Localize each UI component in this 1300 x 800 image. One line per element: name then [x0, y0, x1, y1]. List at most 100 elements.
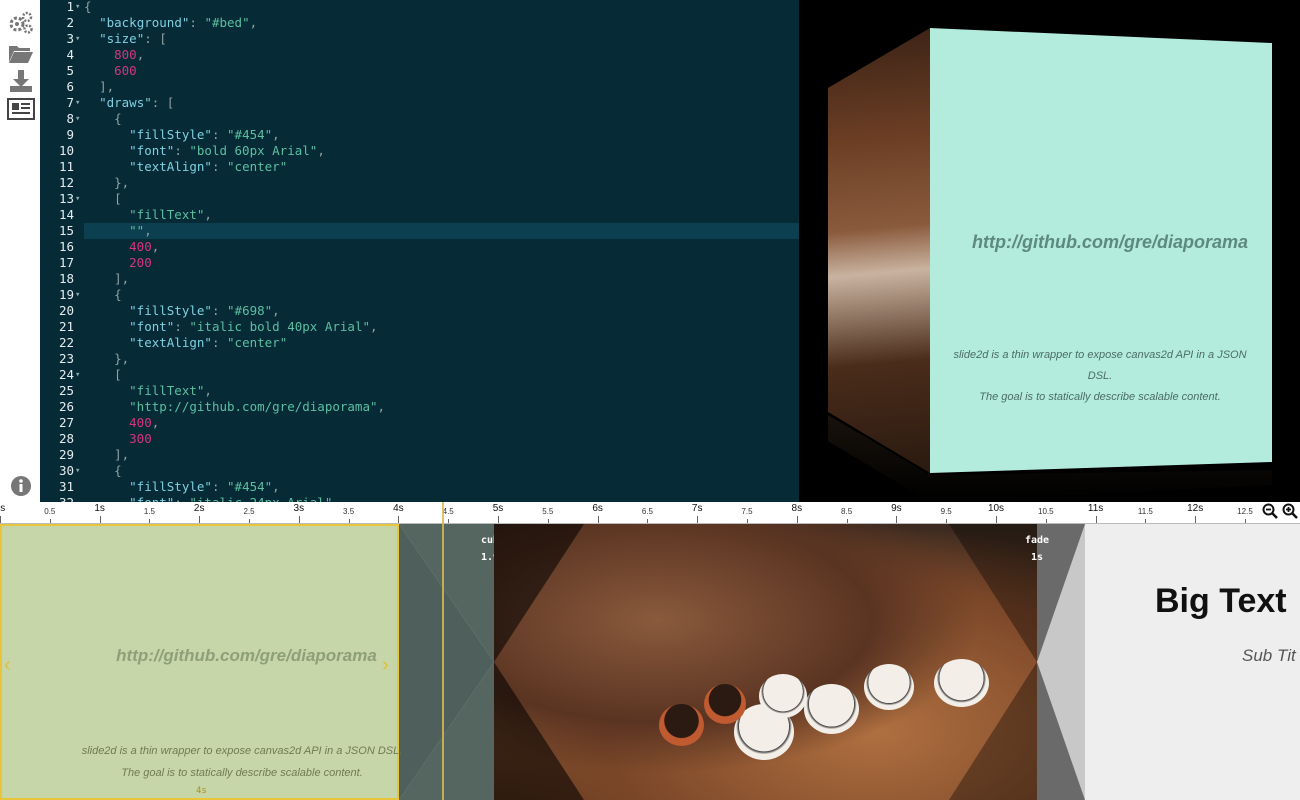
- code-line[interactable]: 3 ▾ "size": [: [66, 31, 799, 47]
- code-token: [: [114, 367, 122, 382]
- code-line[interactable]: 17 200: [59, 255, 799, 271]
- code-line[interactable]: 22 "textAlign": "center": [59, 335, 799, 351]
- folder-open-icon[interactable]: [7, 40, 35, 66]
- code-line[interactable]: 23 },: [59, 351, 799, 367]
- timeline-ruler[interactable]: 0s 0.5 1s 1.5 2s 2.5 3s 3.5 4s 4.5 5s 5.5 6s 6.5 7s 7.5…: [0, 502, 1300, 524]
- slide-prev-arrow[interactable]: ‹: [4, 654, 11, 677]
- ruler-tick-label: 11s: [1087, 503, 1104, 514]
- transition-fade-label: fade 1s: [1007, 532, 1067, 566]
- code-line[interactable]: 19 ▾ {: [59, 287, 799, 303]
- code-line[interactable]: 27 400,: [59, 415, 799, 431]
- line-number: 19: [58, 287, 74, 302]
- code-line[interactable]: 14 "fillText",: [59, 207, 799, 223]
- ruler-tick-mark: [498, 516, 499, 523]
- fold-toggle-icon[interactable]: ▾: [75, 463, 80, 479]
- ruler-tick-label: 1s: [94, 503, 105, 514]
- fold-toggle-icon[interactable]: ▾: [75, 367, 80, 383]
- code-line[interactable]: 2 "background": "#bed",: [66, 15, 799, 31]
- ruler-tick-label: 3s: [293, 503, 305, 514]
- line-number: 32: [40, 495, 74, 502]
- line-number: 6: [66, 79, 74, 94]
- download-icon[interactable]: [7, 68, 35, 94]
- preview-desc-line-2: The goal is to statically describe scala…: [979, 391, 1221, 403]
- code-line[interactable]: 13 ▾ [: [59, 191, 799, 207]
- code-line[interactable]: 18 ],: [59, 271, 799, 287]
- code-area[interactable]: 1 ▾{2 "background": "#bed", 3 ▾ "size": [4 …: [59, 0, 799, 502]
- code-line[interactable]: 5 600: [66, 63, 799, 79]
- line-number: 14: [58, 207, 74, 222]
- zoom-in-icon[interactable]: [1282, 503, 1298, 519]
- code-line[interactable]: 1 ▾ {: [66, 0, 799, 15]
- transition-fade[interactable]: fade 1s: [1025, 524, 1085, 800]
- code-token: "http://github.com/gre/diaporama": [129, 399, 378, 414]
- code-line[interactable]: 11 "textAlign": "center": [59, 159, 799, 175]
- ruler-tick-label: 4.5: [442, 507, 454, 516]
- code-line[interactable]: 25 "fillText",: [59, 383, 799, 399]
- code-line[interactable]: 20 "fillStyle": "#698",: [59, 303, 799, 319]
- ruler-tick-mark: [448, 519, 450, 523]
- fold-toggle-icon[interactable]: ▾: [75, 31, 80, 47]
- ruler-tick-label: 12.5: [1237, 507, 1253, 516]
- code-token: 400: [129, 415, 152, 430]
- code-token: "font": [129, 319, 175, 334]
- code-token: "italic 24px Arial": [189, 495, 332, 502]
- code-line[interactable]: 32 "font": "italic 24px Arial",: [59, 495, 799, 502]
- slide-next-arrow[interactable]: ›: [382, 654, 389, 677]
- code-token: 600: [114, 63, 137, 78]
- code-line[interactable]: 21 "font": "italic bold 40px Arial",: [59, 319, 799, 335]
- slide-3-text[interactable]: Big Text Sub Tit: [1085, 524, 1300, 800]
- fold-toggle-icon[interactable]: ▾: [75, 191, 80, 207]
- slide-1-url-text: http://github.com/gre/diaporama: [116, 646, 377, 665]
- playhead-cursor[interactable]: [442, 502, 445, 800]
- code-line[interactable]: 28 300: [59, 431, 799, 447]
- code-line[interactable]: 24 ▾ [: [59, 367, 799, 383]
- code-token: ,: [136, 47, 145, 62]
- code-token: "size": [99, 31, 145, 46]
- code-line[interactable]: 16 400,: [59, 239, 799, 255]
- code-token: "bold 60px Arial": [189, 143, 318, 158]
- ruler-tick-mark: [1095, 516, 1097, 523]
- code-token: "#454": [227, 479, 273, 494]
- gears-icon[interactable]: [7, 9, 35, 35]
- fold-toggle-icon[interactable]: ▾: [75, 0, 80, 15]
- ruler-tick-mark: [846, 519, 848, 523]
- line-number: 20: [58, 303, 74, 318]
- json-code-editor[interactable]: 1 ▾{2 "background": "#bed", 3 ▾ "size": [4 …: [40, 0, 799, 502]
- fold-toggle-icon[interactable]: ▾: [75, 287, 80, 303]
- preview-url-text: http://github.com/gre/diaporama: [971, 232, 1248, 252]
- code-line[interactable]: 10 "font": "bold 60px Arial",: [59, 143, 799, 159]
- code-line[interactable]: 30 ▾ {: [59, 463, 799, 479]
- line-number: 13: [58, 191, 74, 206]
- code-token: "fillText": [129, 383, 205, 398]
- code-line[interactable]: 12 },: [59, 175, 799, 191]
- slide-2-photo[interactable]: [494, 524, 1300, 800]
- info-icon[interactable]: [7, 473, 35, 499]
- code-line[interactable]: 26 "http://github.com/gre/diaporama",: [59, 399, 799, 415]
- code-token: },: [114, 351, 130, 366]
- code-line[interactable]: 6 ],: [66, 79, 799, 95]
- code-line[interactable]: 4 800,: [66, 47, 799, 63]
- code-line[interactable]: 31 "fillStyle": "#454",: [59, 479, 799, 495]
- code-token: ,: [377, 399, 386, 414]
- slide-1-selected[interactable]: http://github.com/gre/diaporama slide2d …: [0, 524, 402, 800]
- code-line[interactable]: 8 ▾ {: [66, 111, 799, 127]
- ruler-tick-label: 8s: [791, 503, 803, 514]
- code-token: "draws": [99, 95, 152, 110]
- line-number: 3: [66, 31, 74, 46]
- code-token: "italic bold 40px Arial": [189, 319, 370, 334]
- ruler-tick-label: 0.5: [44, 507, 56, 516]
- code-line[interactable]: 9 "fillStyle": "#454",: [66, 127, 799, 143]
- fold-toggle-icon[interactable]: ▾: [75, 95, 80, 111]
- code-line[interactable]: 29 ],: [59, 447, 799, 463]
- newspaper-icon[interactable]: [7, 96, 35, 122]
- fold-toggle-icon[interactable]: ▾: [75, 111, 80, 127]
- code-line[interactable]: 15 "",: [59, 223, 799, 239]
- ruler-tick-label: 6s: [592, 503, 603, 514]
- zoom-out-icon[interactable]: [1262, 503, 1278, 519]
- code-token: "#bed": [204, 15, 250, 30]
- slide-1-desc-line-2: The goal is to statically describe scala…: [121, 767, 363, 779]
- code-token: :: [174, 143, 190, 158]
- code-line[interactable]: 7 ▾ "draws": [: [66, 95, 799, 111]
- ruler-tick-label: 2s: [193, 503, 205, 514]
- code-token: 300: [129, 431, 152, 446]
